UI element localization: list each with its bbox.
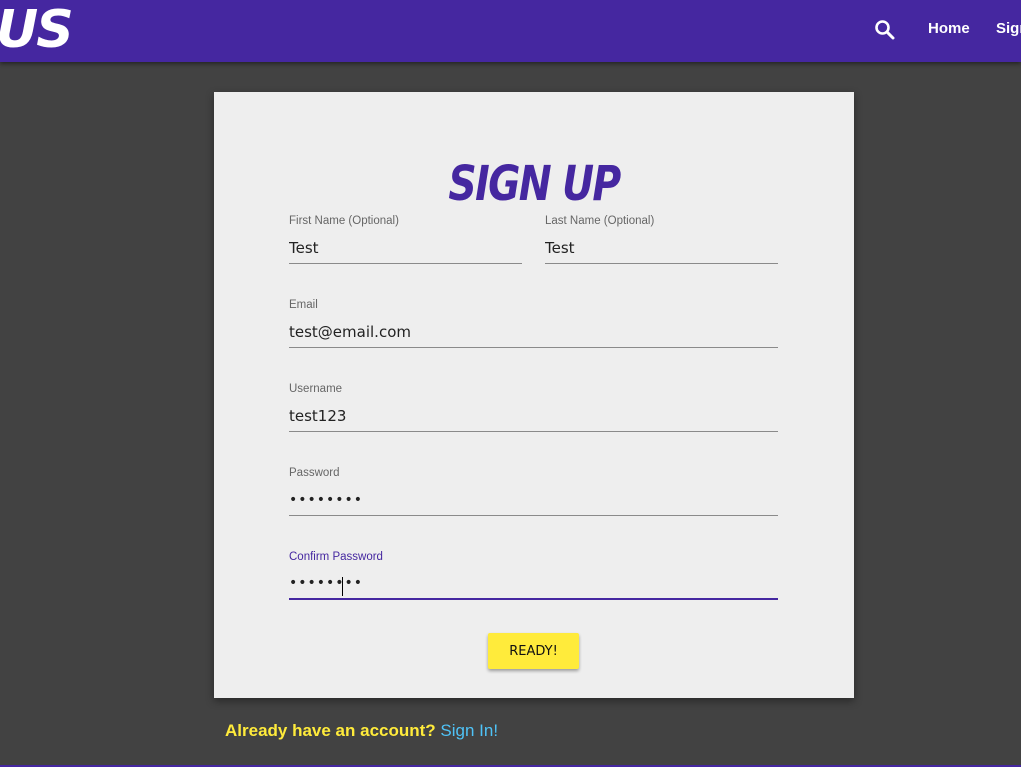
first-name-field: First Name (Optional) <box>289 215 522 275</box>
signin-prompt-line: Already have an account? Sign In! <box>225 721 498 741</box>
confirm-password-label: Confirm Password <box>289 551 383 563</box>
page-title: SIGN UP <box>448 156 621 212</box>
top-navbar: US Home Sign <box>0 0 1021 62</box>
email-field: Email <box>289 299 778 359</box>
confirm-password-input[interactable] <box>289 568 778 600</box>
email-label: Email <box>289 299 318 311</box>
password-field: Password <box>289 467 778 527</box>
nav-signup-link[interactable]: Sign <box>996 20 1021 37</box>
search-icon[interactable] <box>873 18 897 42</box>
password-input[interactable] <box>289 484 778 516</box>
signup-card: SIGN UP First Name (Optional) Last Name … <box>214 92 854 698</box>
text-caret <box>342 577 343 596</box>
nav-home-link[interactable]: Home <box>928 20 970 37</box>
password-label: Password <box>289 467 340 479</box>
last-name-input[interactable] <box>545 232 778 264</box>
ready-button[interactable]: READY! <box>488 633 579 669</box>
email-input[interactable] <box>289 316 778 348</box>
last-name-label: Last Name (Optional) <box>545 215 655 227</box>
last-name-field: Last Name (Optional) <box>545 215 778 275</box>
username-input[interactable] <box>289 400 778 432</box>
app-logo[interactable]: US <box>0 2 74 58</box>
signin-link[interactable]: Sign In! <box>440 721 498 740</box>
confirm-password-field: Confirm Password <box>289 551 778 611</box>
username-label: Username <box>289 383 343 395</box>
first-name-label: First Name (Optional) <box>289 215 399 227</box>
username-field: Username <box>289 383 778 443</box>
search-icon-glyph <box>875 20 895 40</box>
first-name-input[interactable] <box>289 232 522 264</box>
signin-prompt-text: Already have an account? <box>225 721 436 740</box>
